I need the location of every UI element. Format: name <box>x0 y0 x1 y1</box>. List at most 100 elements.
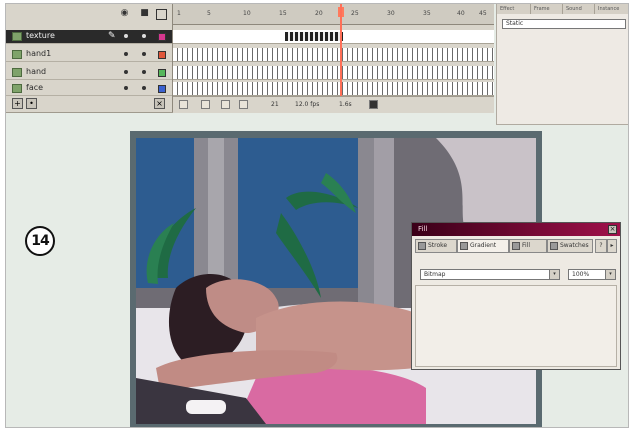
ruler-label: 1 <box>177 10 181 17</box>
playhead-line <box>340 4 342 96</box>
lock-dot[interactable] <box>142 86 146 90</box>
layer-name: texture <box>26 31 55 40</box>
layer-row-hand[interactable]: hand <box>6 66 172 80</box>
tab-label: Stroke <box>428 242 448 249</box>
window-frame <box>374 138 394 308</box>
layer-header: ◉ ■ <box>6 4 172 24</box>
chevron-down-icon[interactable]: ▾ <box>605 270 615 279</box>
fill-panel-title: Fill <box>418 225 428 233</box>
close-icon[interactable]: × <box>608 225 617 234</box>
ruler-label: 10 <box>243 10 251 17</box>
behavior-field[interactable]: Static <box>502 19 626 29</box>
layer-name: hand1 <box>26 49 52 58</box>
edit-multiple-icon[interactable] <box>239 100 248 109</box>
layer-icon <box>12 50 22 59</box>
tab-swatches[interactable]: Swatches <box>547 239 593 253</box>
tab-label: Swatches <box>560 242 589 249</box>
ruler-label: 45 <box>479 10 487 17</box>
chevron-down-icon[interactable]: ▾ <box>549 270 559 279</box>
fill-panel-title-bar[interactable]: Fill × <box>412 223 620 236</box>
frame-row-hand[interactable] <box>173 66 494 80</box>
frame-grid: 1 5 10 15 20 25 30 35 40 45 21 12.0 fps … <box>173 4 494 113</box>
tab-sound[interactable]: Sound <box>563 4 595 14</box>
panel-menu-icon[interactable]: ▸ <box>607 239 617 253</box>
step-badge: 14 <box>25 226 55 256</box>
scroll-handle[interactable] <box>369 100 378 109</box>
layer-icon <box>12 68 22 77</box>
window-pane-right <box>238 138 358 288</box>
fill-panel-tabs: Stroke Gradient Fill Swatches ? ▸ <box>415 239 617 253</box>
alpha-value: 100% <box>572 271 590 278</box>
layer-name: face <box>26 83 44 92</box>
frame-row-hand1[interactable] <box>173 48 494 62</box>
add-guide-layer-icon[interactable]: • <box>26 98 37 109</box>
eye-icon[interactable]: ◉ <box>120 9 129 18</box>
elapsed-time: 1.6s <box>339 101 352 108</box>
ruler-label: 25 <box>351 10 359 17</box>
visibility-dot[interactable] <box>124 34 128 38</box>
lock-dot[interactable] <box>142 70 146 74</box>
layer-color-swatch[interactable] <box>158 33 166 41</box>
visibility-dot[interactable] <box>124 86 128 90</box>
fill-type-select[interactable]: Bitmap ▾ <box>420 269 560 280</box>
stroke-icon <box>418 242 426 250</box>
layer-icon <box>12 84 22 93</box>
tab-stroke[interactable]: Stroke <box>415 239 457 253</box>
ruler-label: 20 <box>315 10 323 17</box>
outline-icon[interactable] <box>156 9 167 20</box>
layer-color-swatch[interactable] <box>158 69 166 77</box>
tab-fill[interactable]: Fill <box>509 239 547 253</box>
layer-list: ◉ ■ texture ✎ hand1 hand face + • × <box>6 4 173 112</box>
frame-row-face[interactable] <box>173 82 494 96</box>
gradient-icon <box>460 242 468 250</box>
frame-ruler[interactable]: 1 5 10 15 20 25 30 35 40 45 <box>173 4 494 25</box>
help-button[interactable]: ? <box>595 239 607 253</box>
timeline-status-bar: 21 12.0 fps 1.6s <box>173 96 494 113</box>
frame-rate: 12.0 fps <box>295 101 320 108</box>
alpha-select[interactable]: 100% ▾ <box>568 269 616 280</box>
frame-row-texture[interactable] <box>173 30 494 44</box>
layer-row-face[interactable]: face <box>6 82 172 96</box>
current-frame: 21 <box>271 101 279 108</box>
fill-type-value: Bitmap <box>424 271 446 278</box>
pencil-icon: ✎ <box>108 31 116 41</box>
tab-effect[interactable]: Effect <box>497 4 531 14</box>
layer-row-texture[interactable]: texture ✎ <box>6 30 172 44</box>
ruler-label: 15 <box>279 10 287 17</box>
tab-frame[interactable]: Frame <box>531 4 563 14</box>
tab-gradient[interactable]: Gradient <box>457 239 509 253</box>
add-layer-icon[interactable]: + <box>12 98 23 109</box>
visibility-dot[interactable] <box>124 52 128 56</box>
lock-icon[interactable]: ■ <box>140 9 149 18</box>
layer-color-swatch[interactable] <box>158 85 166 93</box>
app-window: ◉ ■ texture ✎ hand1 hand face + • × 1 5 … <box>5 3 629 428</box>
swatches-icon <box>550 242 558 250</box>
timeline-panel: ◉ ■ texture ✎ hand1 hand face + • × 1 5 … <box>6 4 494 113</box>
bucket-icon <box>512 242 520 250</box>
keyframe-block[interactable] <box>285 32 343 41</box>
layer-color-swatch[interactable] <box>158 51 166 59</box>
layer-icon <box>12 32 22 41</box>
tab-instance[interactable]: Instance <box>595 4 628 14</box>
onion-skin-icon[interactable] <box>201 100 210 109</box>
window-frame <box>358 138 374 308</box>
center-frame-icon[interactable] <box>179 100 188 109</box>
lock-dot[interactable] <box>142 34 146 38</box>
layer-row-hand1[interactable]: hand1 <box>6 48 172 62</box>
ruler-label: 40 <box>457 10 465 17</box>
layer-name: hand <box>26 67 47 76</box>
onion-outline-icon[interactable] <box>221 100 230 109</box>
lock-dot[interactable] <box>142 52 146 56</box>
layer-footer: + • × <box>6 96 172 112</box>
tab-label: Fill <box>522 242 531 249</box>
ruler-label: 5 <box>207 10 211 17</box>
instance-panel: Effect Frame Sound Instance Static <box>496 4 628 125</box>
visibility-dot[interactable] <box>124 70 128 74</box>
trash-icon[interactable]: × <box>154 98 165 109</box>
highlight <box>186 400 226 414</box>
ruler-label: 30 <box>387 10 395 17</box>
tab-label: Gradient <box>470 242 497 249</box>
fill-panel: Fill × Stroke Gradient Fill Swatches ? ▸ <box>411 222 621 370</box>
ruler-label: 35 <box>423 10 431 17</box>
bitmap-swatch-area[interactable] <box>415 285 617 367</box>
